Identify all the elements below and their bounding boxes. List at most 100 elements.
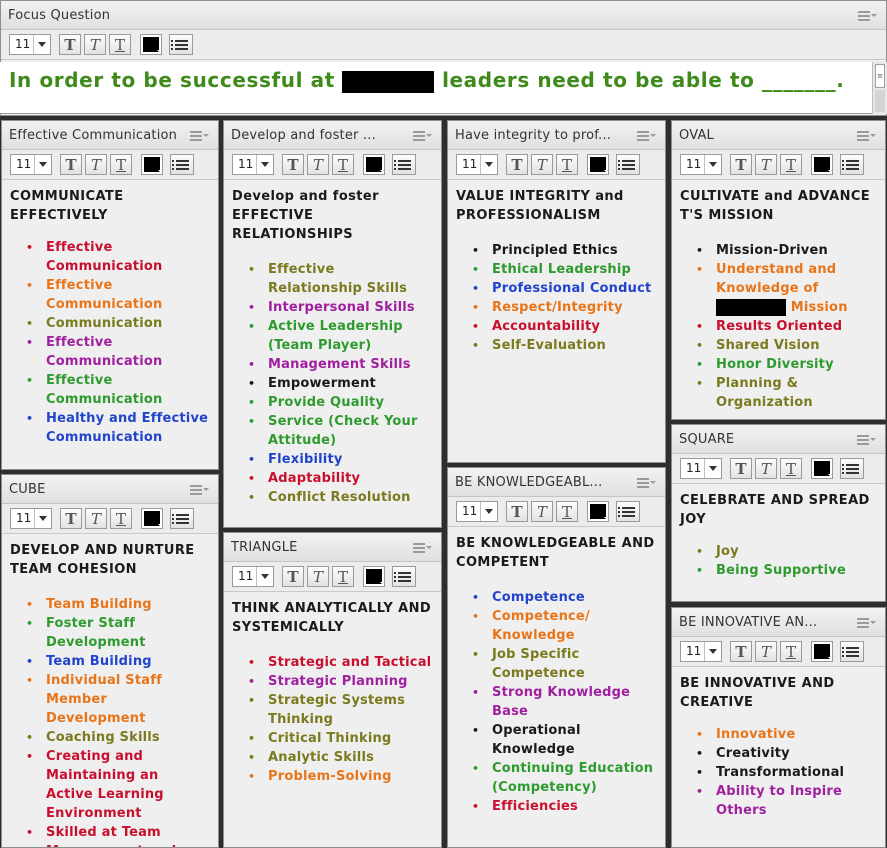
text-color-picker[interactable] (811, 458, 833, 479)
bullet-list-button[interactable] (392, 566, 416, 587)
bold-button[interactable]: T (60, 154, 82, 175)
pod-menu-icon[interactable] (190, 131, 209, 141)
vertical-scrollbar[interactable]: ≡ (872, 62, 887, 114)
bold-button[interactable]: T (730, 641, 752, 662)
bold-button[interactable]: T (282, 566, 304, 587)
bullet-list-button[interactable] (840, 641, 864, 662)
font-size-select[interactable]: 11 (680, 458, 722, 479)
pod-note-content[interactable]: Develop and foster EFFECTIVE RELATIONSHI… (224, 180, 441, 507)
font-size-select[interactable]: 11 (456, 501, 498, 522)
italic-button[interactable]: T (531, 154, 553, 175)
italic-button[interactable]: T (307, 154, 329, 175)
bold-button[interactable]: T (60, 508, 82, 529)
font-size-select[interactable]: 11 (680, 641, 722, 662)
underline-button[interactable]: T (110, 508, 132, 529)
note-heading: CELEBRATE AND SPREAD JOY (680, 493, 870, 527)
pod-note-content[interactable]: VALUE INTEGRITY and PROFESSIONALISM Princ… (448, 180, 665, 355)
underline-button[interactable]: T (110, 154, 132, 175)
italic-button[interactable]: T (755, 458, 777, 479)
pod-note-content[interactable]: COMMUNICATE EFFECTIVELY Effective Communi… (2, 180, 218, 447)
bold-button[interactable]: T (730, 458, 752, 479)
pod-note-content[interactable]: CULTIVATE and ADVANCE T'S MISSION Mission… (672, 180, 885, 412)
text-color-picker[interactable] (141, 154, 163, 175)
font-size-select[interactable]: 11 (10, 508, 52, 529)
text-toolbar: 11 T T T (448, 150, 665, 180)
pod-title-bar[interactable]: OVAL (672, 121, 885, 150)
pod-note-content[interactable]: BE INNOVATIVE AND CREATIVE InnovativeCrea… (672, 667, 885, 820)
font-size-select[interactable]: 11 (680, 154, 722, 175)
italic-button[interactable]: T (755, 154, 777, 175)
pod-menu-icon[interactable] (857, 435, 876, 445)
pod-title-bar[interactable]: Have integrity to prof... (448, 121, 665, 150)
text-color-picker[interactable] (140, 34, 162, 55)
pod-note-content[interactable]: DEVELOP AND NURTURE TEAM COHESION Team Bu… (2, 534, 218, 847)
bullet-list-button[interactable] (616, 154, 640, 175)
italic-button[interactable]: T (531, 501, 553, 522)
list-item: Problem-Solving (248, 767, 433, 786)
bullet-list-button[interactable] (170, 508, 194, 529)
chevron-down-icon (485, 162, 493, 167)
pod-menu-icon[interactable] (857, 131, 876, 141)
font-size-select[interactable]: 11 (232, 566, 274, 587)
bold-button[interactable]: T (282, 154, 304, 175)
font-size-select[interactable]: 11 (9, 34, 51, 55)
pod-title-bar[interactable]: SQUARE (672, 425, 885, 454)
bold-button[interactable]: T (730, 154, 752, 175)
bullet-list-button[interactable] (616, 501, 640, 522)
text-color-picker[interactable] (587, 501, 609, 522)
pod-note-content[interactable]: CELEBRATE AND SPREAD JOY JoyBeing Support… (672, 484, 885, 580)
bullet-list-button[interactable] (392, 154, 416, 175)
pod-square: SQUARE11TTTCELEBRATE AND SPREAD JOYJoyBe… (671, 424, 886, 602)
pod-menu-icon[interactable] (190, 485, 209, 495)
italic-button[interactable]: T (307, 566, 329, 587)
bold-button[interactable]: T (59, 34, 81, 55)
pod-title-bar[interactable]: BE KNOWLEDGEABL... (448, 468, 665, 497)
pod-title-bar[interactable]: Develop and foster ... (224, 121, 441, 150)
font-size-select[interactable]: 11 (10, 154, 52, 175)
pod-title-bar[interactable]: BE INNOVATIVE AN... (672, 608, 885, 637)
bullet-list-button[interactable] (840, 458, 864, 479)
text-color-picker[interactable] (363, 154, 385, 175)
bold-button[interactable]: T (506, 501, 528, 522)
text-color-picker[interactable] (141, 508, 163, 529)
pod-note-content[interactable]: BE KNOWLEDGEABLE AND COMPETENT Competence… (448, 527, 665, 816)
underline-button[interactable]: T (556, 501, 578, 522)
focus-question-text-area[interactable]: In order to be successful at leaders nee… (0, 62, 887, 114)
pod-note-content[interactable]: THINK ANALYTICALLY AND SYSTEMICALLY Strat… (224, 592, 441, 786)
pod-menu-icon[interactable] (637, 478, 656, 488)
pod-title: BE KNOWLEDGEABL... (455, 474, 603, 490)
underline-button[interactable]: T (556, 154, 578, 175)
font-size-select[interactable]: 11 (456, 154, 498, 175)
bullet-list-button[interactable] (169, 34, 193, 55)
pod-menu-icon[interactable] (413, 543, 432, 553)
chevron-down-icon (38, 42, 46, 47)
font-size-select[interactable]: 11 (232, 154, 274, 175)
text-color-picker[interactable] (363, 566, 385, 587)
pod-menu-icon[interactable] (858, 11, 877, 21)
underline-button[interactable]: T (780, 154, 802, 175)
underline-button[interactable]: T (109, 34, 131, 55)
underline-button[interactable]: T (780, 641, 802, 662)
text-color-picker[interactable] (811, 154, 833, 175)
italic-button[interactable]: T (84, 34, 106, 55)
pod-title-bar[interactable]: CUBE (2, 475, 218, 504)
pod-title-bar[interactable]: Focus Question (1, 1, 886, 30)
pod-title-bar[interactable]: TRIANGLE (224, 533, 441, 562)
text-color-picker[interactable] (587, 154, 609, 175)
bullet-list-button[interactable] (840, 154, 864, 175)
bold-button[interactable]: T (506, 154, 528, 175)
underline-button[interactable]: T (332, 154, 354, 175)
list-item: Effective Communication (26, 371, 210, 409)
pod-menu-icon[interactable] (413, 131, 432, 141)
bullet-list-button[interactable] (170, 154, 194, 175)
underline-button[interactable]: T (780, 458, 802, 479)
pod-menu-icon[interactable] (857, 618, 876, 628)
italic-button[interactable]: T (85, 508, 107, 529)
italic-button[interactable]: T (85, 154, 107, 175)
pod-title-bar[interactable]: Effective Communication (2, 121, 218, 150)
note-heading: Develop and foster EFFECTIVE RELATIONSHI… (232, 189, 379, 242)
pod-menu-icon[interactable] (637, 131, 656, 141)
text-color-picker[interactable] (811, 641, 833, 662)
underline-button[interactable]: T (332, 566, 354, 587)
italic-button[interactable]: T (755, 641, 777, 662)
